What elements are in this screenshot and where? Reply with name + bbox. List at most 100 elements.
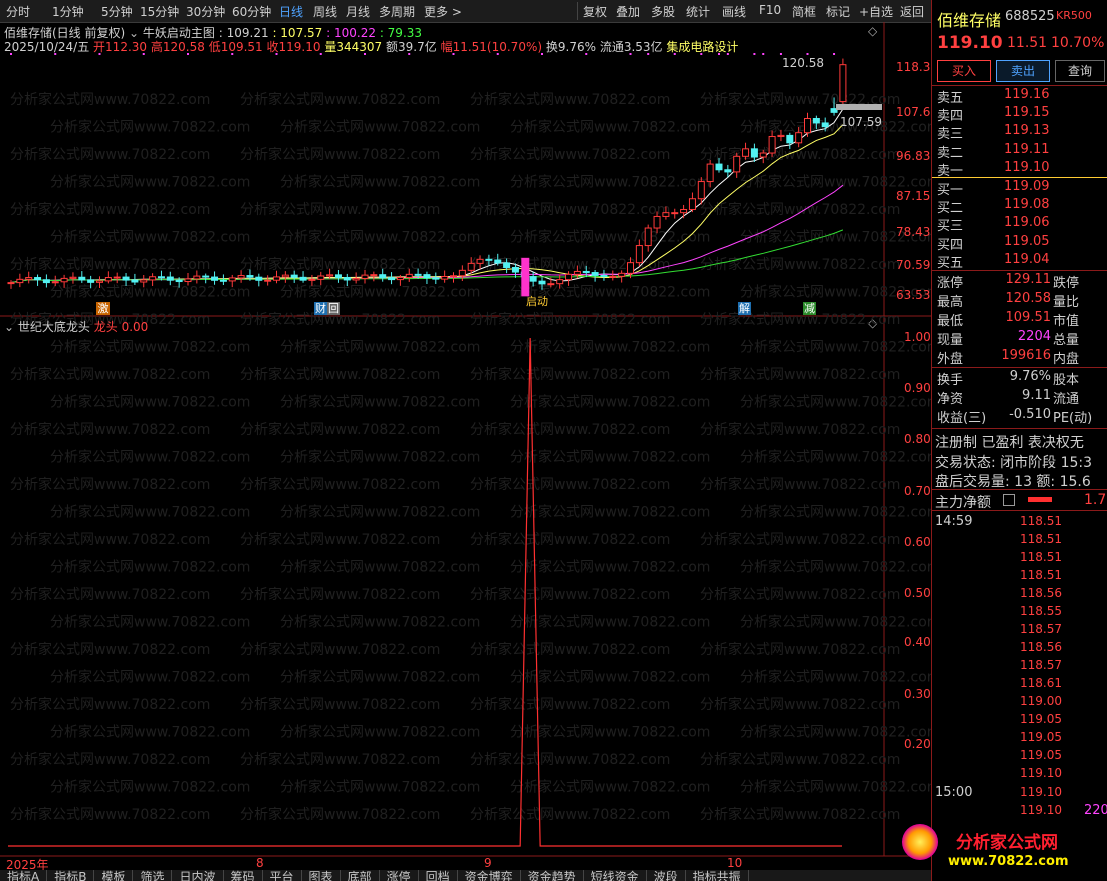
indicator-tab[interactable]: 日内波 bbox=[172, 870, 224, 881]
watermark-text: 分析家公式网www.70822.com bbox=[510, 339, 710, 356]
candle-body bbox=[396, 277, 404, 281]
event-marker-jie[interactable]: 解 bbox=[738, 302, 751, 315]
indicator-tab[interactable]: 波段 bbox=[647, 870, 686, 881]
buy-button[interactable]: 买入 bbox=[937, 60, 991, 82]
watermark-text: 分析家公式网www.70822.com bbox=[10, 696, 210, 713]
kline-chart[interactable]: 分析家公式网www.70822.com 分析家公式网www.70822.com 分析… bbox=[0, 0, 931, 881]
tick-price: 118.51 bbox=[1020, 514, 1062, 528]
candle-body bbox=[432, 277, 440, 280]
stat-label: 换手 bbox=[937, 373, 964, 388]
watermark-text: 分析家公式网www.70822.com bbox=[240, 311, 440, 328]
candle-body bbox=[697, 181, 705, 200]
watermark-text: 分析家公式网www.70822.com bbox=[740, 174, 931, 191]
indicator-tab[interactable]: 底部 bbox=[341, 870, 380, 881]
candle-body bbox=[131, 279, 139, 283]
ask-row[interactable]: 卖三 119.13 bbox=[932, 123, 1107, 142]
stat-row: 最低 109.51 市值 bbox=[932, 310, 1107, 329]
stat-label: 涨停 bbox=[937, 276, 964, 291]
candle-body bbox=[715, 163, 723, 171]
watermark-text: 分析家公式网www.70822.com bbox=[470, 366, 670, 383]
indicator-tab[interactable]: 指标B bbox=[47, 870, 95, 881]
candle-body bbox=[680, 209, 688, 214]
bid-row[interactable]: 买四 119.05 bbox=[932, 233, 1107, 253]
watermark-text: 分析家公式网www.70822.com bbox=[50, 779, 250, 796]
bid-row[interactable]: 买一 119.09 bbox=[932, 179, 1107, 198]
level-price: 119.06 bbox=[1004, 215, 1050, 231]
event-marker-cai[interactable]: 财 bbox=[314, 302, 327, 315]
stats-block: 涨停 129.11 跌停 最高 120.58 量比 最低 109.51 市值 现量 2204 总量 外盘… bbox=[932, 272, 1107, 367]
indicator-tab[interactable]: 指标共振 bbox=[686, 870, 749, 881]
candle-body bbox=[334, 274, 342, 279]
candle-body bbox=[87, 279, 95, 283]
watermark-text: 分析家公式网www.70822.com bbox=[240, 641, 440, 658]
ask-row[interactable]: 卖一 119.10 bbox=[932, 160, 1107, 179]
level-price: 119.04 bbox=[1004, 251, 1050, 267]
watermark-text: 分析家公式网www.70822.com bbox=[740, 339, 931, 356]
divider bbox=[932, 270, 1107, 271]
watermark-text: 分析家公式网www.70822.com bbox=[470, 201, 670, 218]
price-tick: 70.59 bbox=[896, 258, 931, 272]
watermark-text: 分析家公式网www.70822.com bbox=[50, 119, 250, 136]
event-marker-hui[interactable]: 回 bbox=[327, 302, 340, 315]
bid-row[interactable]: 买三 119.06 bbox=[932, 215, 1107, 234]
watermark-text: 分析家公式网www.70822.com bbox=[700, 421, 900, 438]
watermark-text: 分析家公式网www.70822.com bbox=[470, 806, 670, 823]
tick-list: 118.51 118.51 118.51 118.51 118.56 118.55 118.… bbox=[932, 514, 1107, 784]
ask-row[interactable]: 卖四 119.15 bbox=[932, 105, 1107, 124]
candle-body bbox=[264, 279, 272, 282]
divider bbox=[932, 367, 1107, 368]
candle-body bbox=[113, 276, 121, 279]
sub-indicator-title[interactable]: 世纪大底龙头 bbox=[18, 320, 90, 334]
stat-value: 2204 bbox=[1017, 329, 1051, 344]
indicator-tab[interactable]: 短线资金 bbox=[584, 870, 647, 881]
sell-button[interactable]: 卖出 bbox=[996, 60, 1050, 82]
watermark-text: 分析家公式网www.70822.com bbox=[240, 531, 440, 548]
signal-dot bbox=[10, 53, 12, 55]
ask-row[interactable]: 卖二 119.11 bbox=[932, 141, 1107, 161]
indicator-tab[interactable]: 指标A bbox=[0, 870, 48, 881]
candle-body bbox=[326, 274, 334, 277]
event-marker-jian[interactable]: 减 bbox=[803, 302, 816, 315]
watermark-text: 分析家公式网www.70822.com bbox=[740, 614, 931, 631]
indicator-tab[interactable]: 资金趋势 bbox=[521, 870, 584, 881]
level-price: 119.11 bbox=[1004, 141, 1050, 157]
price-tick: 63.53 bbox=[896, 288, 931, 302]
candle-body bbox=[573, 270, 581, 275]
indicator-tab[interactable]: 平台 bbox=[263, 870, 302, 881]
signal-dot bbox=[629, 53, 632, 55]
indicator-tab[interactable]: 筛选 bbox=[133, 870, 173, 881]
indicator-tab[interactable]: 资金博弈 bbox=[458, 870, 521, 881]
indicator-tab[interactable]: 回档 bbox=[419, 870, 458, 881]
stat-value: 120.58 bbox=[1005, 291, 1052, 306]
signal-dot bbox=[231, 53, 234, 55]
signal-dot bbox=[718, 53, 720, 55]
indicator-tab[interactable]: 筹码 bbox=[224, 870, 263, 881]
indicator-tab[interactable]: 涨停 bbox=[380, 870, 419, 881]
stat-label: 最低 bbox=[937, 314, 964, 329]
query-button[interactable]: 查询 bbox=[1055, 60, 1105, 82]
ask-row[interactable]: 卖五 119.16 bbox=[932, 87, 1107, 106]
level-price: 119.05 bbox=[1004, 233, 1050, 249]
last-price: 119.10 bbox=[937, 33, 1003, 53]
indicator-tab[interactable]: 模板 bbox=[94, 870, 134, 881]
candle-body bbox=[290, 274, 298, 278]
bid-row[interactable]: 买五 119.04 bbox=[932, 251, 1107, 271]
candle-body bbox=[149, 276, 157, 281]
stat-row: 换手 9.76% 股本 bbox=[932, 369, 1107, 388]
candle bbox=[432, 272, 440, 284]
watermark-text: 分析家公式网www.70822.com bbox=[700, 476, 900, 493]
sub-tick: 0.90 bbox=[904, 381, 931, 395]
stat-label-right: 股本 bbox=[1053, 373, 1080, 388]
stat-label-right: PE(动) bbox=[1053, 411, 1093, 426]
candle-body bbox=[777, 134, 785, 138]
bid-row[interactable]: 买二 119.08 bbox=[932, 197, 1107, 216]
indicator-tab[interactable]: 图表 bbox=[302, 870, 341, 881]
menu-icon[interactable] bbox=[1003, 494, 1015, 506]
main-flow-label: 主力净额 bbox=[935, 495, 991, 511]
candle-body bbox=[529, 276, 537, 282]
watermark-text: 分析家公式网www.70822.com bbox=[10, 806, 210, 823]
event-marker-ji[interactable]: 激 bbox=[96, 302, 110, 315]
watermark-text: 分析家公式网www.70822.com bbox=[510, 779, 710, 796]
stock-code: 688525 bbox=[1005, 9, 1055, 24]
dropdown-icon[interactable]: ⌄ bbox=[4, 320, 14, 334]
